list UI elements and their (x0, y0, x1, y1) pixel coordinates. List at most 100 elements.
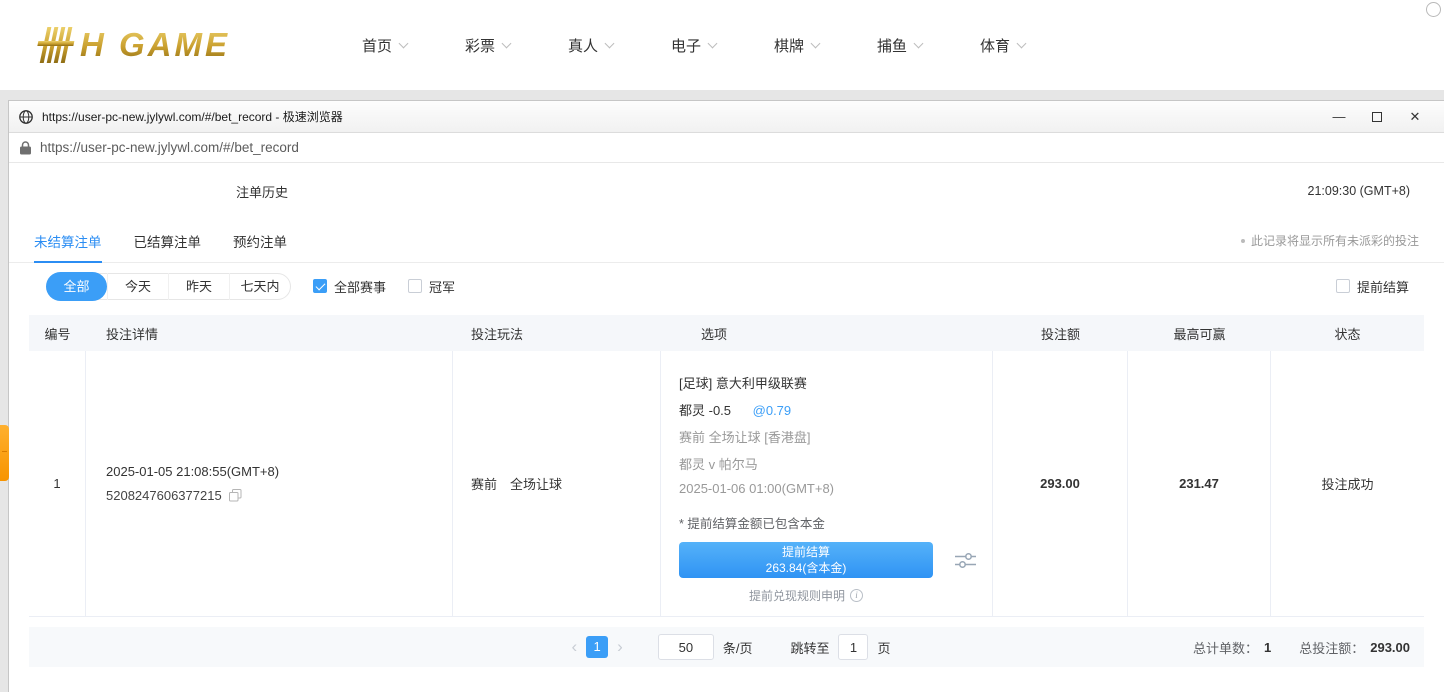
screen: H GAME 首页 彩票 真人 电子 棋牌 捕鱼 体育 (0, 0, 1444, 692)
cashout-settings-icon[interactable] (955, 552, 976, 569)
date-filter-yesterday[interactable]: 昨天 (168, 273, 229, 300)
nav-item-lottery[interactable]: 彩票 (465, 35, 568, 56)
date-filter-today[interactable]: 今天 (107, 273, 168, 300)
browser-window: https://user-pc-new.jylywl.com/#/bet_rec… (8, 100, 1444, 692)
total-amount-value: 293.00 (1370, 640, 1410, 655)
selection-match-time: 2025-01-06 01:00(GMT+8) (679, 481, 978, 496)
checkbox-unchecked-icon (1336, 279, 1350, 293)
bet-record-page: 注单历史 21:09:30 (GMT+8) 未结算注单 已结算注单 预约注单 此… (9, 163, 1444, 667)
chevron-down-icon (605, 38, 615, 48)
nav-item-home[interactable]: 首页 (362, 35, 465, 56)
site-header: H GAME 首页 彩票 真人 电子 棋牌 捕鱼 体育 (0, 0, 1444, 90)
col-header-amount: 投注额 (993, 324, 1128, 343)
logo-text: H GAME (80, 26, 230, 64)
nav-item-label: 体育 (980, 35, 1010, 56)
date-filter-all[interactable]: 全部 (46, 272, 107, 301)
total-count-value: 1 (1264, 640, 1271, 655)
page-number-button[interactable]: 1 (586, 636, 608, 658)
lock-icon (20, 141, 31, 155)
date-filter-7days[interactable]: 七天内 (229, 273, 290, 300)
browser-titlebar[interactable]: https://user-pc-new.jylywl.com/#/bet_rec… (9, 101, 1444, 133)
chevron-down-icon (502, 38, 512, 48)
prev-page-button[interactable]: ‹ (563, 637, 587, 657)
totals: 总计单数： 1 总投注额： 293.00 (1193, 638, 1410, 657)
browser-addressbar[interactable]: https://user-pc-new.jylywl.com/#/bet_rec… (9, 133, 1444, 163)
tab-unsettled[interactable]: 未结算注单 (34, 219, 102, 262)
close-button[interactable]: ✕ (1396, 102, 1434, 132)
selection-market: 赛前 全场让球 [香港盘] (679, 427, 978, 446)
page-size-input[interactable] (658, 634, 714, 660)
rules-link-text: 提前兑现规则申明 (749, 587, 845, 604)
all-events-checkbox[interactable]: 全部赛事 (313, 277, 386, 296)
page-header: 注单历史 21:09:30 (GMT+8) (9, 163, 1444, 219)
seg-label: 七天内 (240, 279, 279, 294)
bet-no-cell: 1 (29, 351, 86, 616)
tab-settled[interactable]: 已结算注单 (134, 219, 202, 262)
cashout-row: 提前结算 263.84(含本金) (679, 542, 978, 578)
jump-page-input[interactable] (838, 634, 868, 660)
bullet-dot-icon (1241, 239, 1245, 243)
nav-item-cards[interactable]: 棋牌 (774, 35, 877, 56)
champion-checkbox[interactable]: 冠军 (408, 277, 455, 296)
checkbox-label: 提前结算 (1357, 277, 1409, 296)
cashout-button[interactable]: 提前结算 263.84(含本金) (679, 542, 933, 578)
nav-item-label: 捕鱼 (877, 35, 907, 56)
help-corner-icon[interactable] (1426, 2, 1441, 17)
col-header-detail: 投注详情 (86, 324, 453, 343)
nav-item-label: 真人 (568, 35, 598, 56)
chevron-down-icon (399, 38, 409, 48)
selection-pick-line: 都灵 -0.5 @0.79 (679, 400, 978, 419)
bet-status-cell: 投注成功 (1271, 351, 1424, 616)
table-header-row: 编号 投注详情 投注玩法 选项 投注额 最高可赢 状态 (29, 315, 1424, 351)
next-page-button[interactable]: › (608, 637, 632, 657)
cashout-button-title: 提前结算 (782, 544, 830, 560)
seg-label: 全部 (63, 279, 89, 294)
floating-side-tab[interactable] (0, 425, 9, 481)
pagination: ‹ 1 › 条/页 跳转至 页 (563, 634, 891, 660)
col-header-maxwin: 最高可赢 (1128, 324, 1271, 343)
tab-label: 已结算注单 (134, 231, 202, 251)
unsettled-notice: 此记录将显示所有未派彩的投注 (1241, 232, 1419, 249)
copy-icon[interactable] (229, 489, 242, 502)
bet-selection-cell: [足球] 意大利甲级联赛 都灵 -0.5 @0.79 赛前 全场让球 [香港盘]… (661, 351, 993, 616)
chevron-down-icon (811, 38, 821, 48)
col-header-status: 状态 (1271, 324, 1424, 343)
nav-item-live[interactable]: 真人 (568, 35, 671, 56)
selection-match: 都灵 v 帕尔马 (679, 454, 978, 473)
col-header-play: 投注玩法 (453, 324, 661, 343)
filter-row: 全部 今天 昨天 七天内 全部赛事 冠军 提前结算 (9, 263, 1444, 309)
max-win-cell: 231.47 (1128, 351, 1271, 616)
nav-item-label: 电子 (671, 35, 701, 56)
minimize-button[interactable]: — (1320, 102, 1358, 132)
nav-item-label: 首页 (362, 35, 392, 56)
server-clock: 21:09:30 (GMT+8) (1308, 184, 1410, 198)
nav-item-fishing[interactable]: 捕鱼 (877, 35, 980, 56)
maximize-button[interactable] (1358, 102, 1396, 132)
chevron-down-icon (914, 38, 924, 48)
table-row: 1 2025-01-05 21:08:55(GMT+8) 52082476063… (29, 351, 1424, 617)
chevron-down-icon (1017, 38, 1027, 48)
bet-table: 编号 投注详情 投注玩法 选项 投注额 最高可赢 状态 1 2025-01-05… (29, 315, 1424, 617)
nav-item-slots[interactable]: 电子 (671, 35, 774, 56)
checkbox-label: 全部赛事 (334, 277, 386, 296)
bet-id: 5208247606377215 (106, 488, 222, 503)
early-settle-checkbox[interactable]: 提前结算 (1336, 277, 1409, 296)
per-page-label: 条/页 (723, 638, 753, 657)
window-title: https://user-pc-new.jylywl.com/#/bet_rec… (42, 108, 1320, 125)
cashout-rules-link[interactable]: 提前兑现规则申明 i (679, 587, 933, 604)
col-header-selection: 选项 (661, 324, 993, 343)
total-amount-label: 总投注额： (1299, 638, 1364, 657)
nav-item-sports[interactable]: 体育 (980, 35, 1083, 56)
bet-detail-cell: 2025-01-05 21:08:55(GMT+8) 5208247606377… (86, 351, 453, 616)
info-icon: i (850, 589, 863, 602)
seg-label: 今天 (125, 279, 151, 294)
url-text: https://user-pc-new.jylywl.com/#/bet_rec… (40, 140, 299, 155)
table-footer: ‹ 1 › 条/页 跳转至 页 总计单数： 1 总投注额： 293.00 (29, 627, 1424, 667)
site-logo[interactable]: H GAME (22, 24, 322, 66)
selection-odds: @0.79 (753, 403, 792, 418)
date-range-segment: 全部 今天 昨天 七天内 (46, 273, 291, 300)
tab-label: 预约注单 (233, 231, 287, 251)
total-count-label: 总计单数： (1193, 638, 1258, 657)
jump-to-label: 跳转至 (790, 638, 829, 657)
tab-reserved[interactable]: 预约注单 (233, 219, 287, 262)
